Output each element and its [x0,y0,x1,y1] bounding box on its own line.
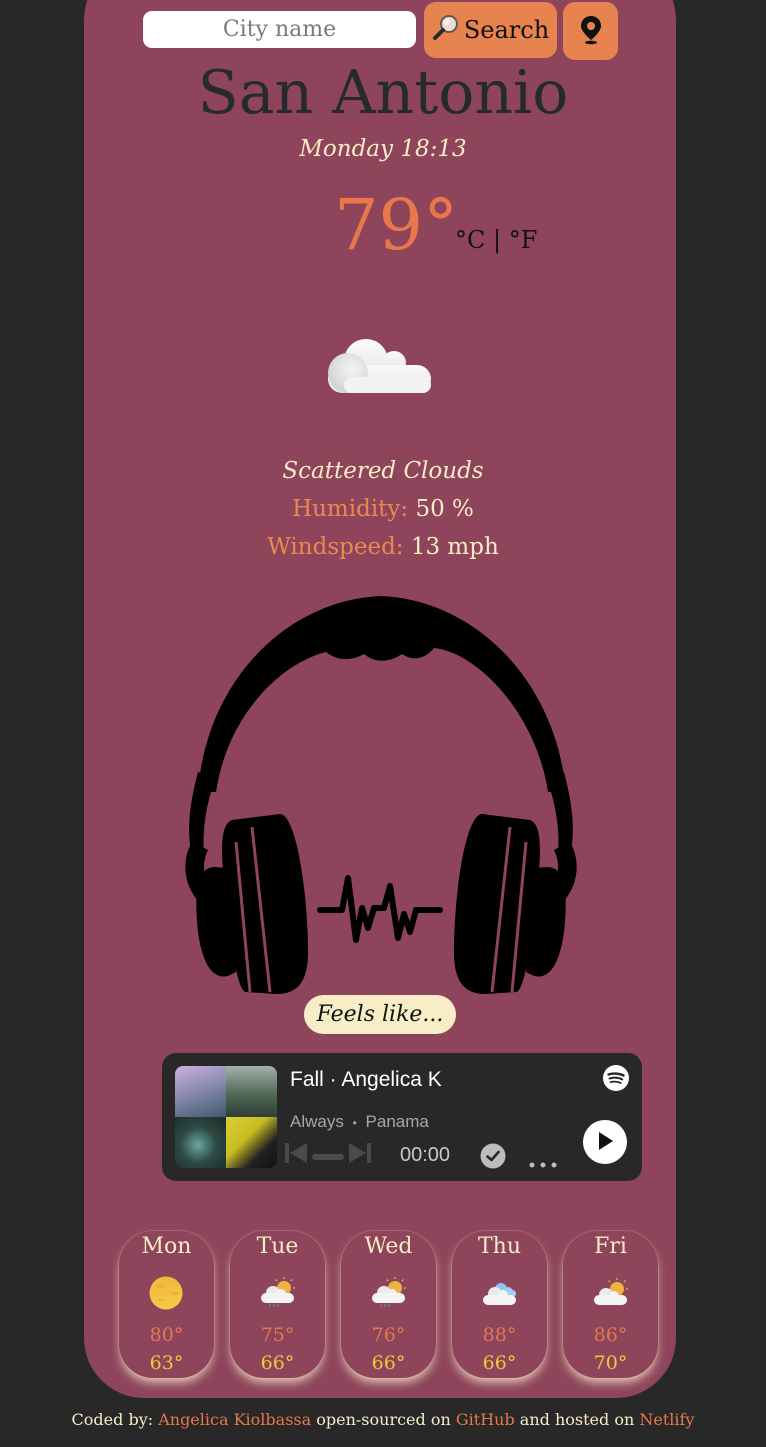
clear-sun-icon [149,1275,185,1315]
progress-bar[interactable] [312,1146,344,1165]
headphones-icon [176,592,586,1001]
sun-cloud-rain-icon [371,1275,407,1315]
current-datetime: Monday 18:13 [299,136,467,162]
spotify-player: Fall · Angelica K Always • Panama 00:00 [162,1053,642,1181]
feels-like-button[interactable]: Feels like... [304,995,456,1034]
forecast-high: 80° [149,1324,184,1346]
scattered-clouds-icon [324,335,436,403]
artist-name[interactable]: Panama [366,1112,429,1131]
city-search-input[interactable] [143,11,416,48]
footer-middle-2: and hosted on [514,1410,640,1429]
forecast-low: 66° [371,1352,406,1374]
track-title[interactable]: Fall · Angelica K [290,1068,442,1092]
forecast-day[interactable]: Tue 75° 66° [230,1231,325,1378]
forecast-high: 86° [593,1324,628,1346]
humidity-row: Humidity: 50 % [0,496,766,522]
play-icon [596,1131,614,1154]
fahrenheit-link[interactable]: °F [509,226,538,254]
netlify-link[interactable]: Netlify [639,1410,694,1429]
spotify-logo-icon[interactable] [603,1065,629,1095]
forecast-low: 66° [260,1352,295,1374]
forecast-low: 70° [593,1352,628,1374]
magnifier-icon [432,13,460,47]
windspeed-value: 13 mph [410,534,499,560]
forecast-day-name: Fri [594,1234,627,1259]
footer-prefix: Coded by: [71,1410,159,1429]
play-button[interactable] [583,1120,627,1164]
playback-time: 00:00 [400,1144,451,1166]
sun-cloud-icon [593,1275,629,1315]
track-subtitle: Always • Panama [290,1112,429,1132]
windspeed-label: Windspeed: [267,534,404,560]
album-art-tile [226,1066,277,1117]
forecast-high: 75° [260,1324,295,1346]
search-button-label: Search [463,16,550,44]
forecast-high: 76° [371,1324,406,1346]
album-art-tile [175,1066,226,1117]
song-name[interactable]: Always [290,1112,344,1131]
playback-controls [284,1141,372,1169]
humidity-label: Humidity: [292,496,409,522]
album-art-tile [175,1117,226,1168]
celsius-link[interactable]: °C [455,226,485,254]
forecast-day[interactable]: Mon 80° 63° [119,1231,214,1378]
forecast-day-name: Wed [364,1234,413,1259]
author-link[interactable]: Angelica Kiolbassa [158,1410,311,1429]
forecast-day[interactable]: Fri 86° 70° [563,1231,658,1378]
forecast-day-name: Thu [477,1234,521,1259]
forecast-day-name: Mon [141,1234,192,1259]
current-temperature: 79° [334,184,459,266]
clouds-icon [482,1275,518,1315]
footer-middle: open-sourced on [311,1410,456,1429]
windspeed-row: Windspeed: 13 mph [0,534,766,560]
map-pin-icon [580,15,602,48]
unit-toggle: °C | °F [455,226,537,254]
humidity-value: 50 % [415,496,474,522]
current-location-button[interactable] [563,2,618,60]
weather-description: Scattered Clouds [282,458,484,484]
forecast-day[interactable]: Thu 88° 66° [452,1231,547,1378]
subtitle-separator: • [352,1116,357,1130]
forecast-day-name: Tue [256,1234,299,1259]
city-name: San Antonio [197,58,569,128]
forecast-list: Mon 80° 63° Tue 75° 66° Wed 76° 66° Thu … [119,1231,658,1378]
github-link[interactable]: GitHub [456,1410,515,1429]
album-art [175,1066,277,1168]
forecast-high: 88° [482,1324,517,1346]
search-button[interactable]: Search [424,2,557,58]
forecast-low: 63° [149,1352,184,1374]
next-track-icon[interactable] [348,1141,372,1169]
saved-check-icon[interactable] [480,1143,506,1173]
forecast-low: 66° [482,1352,517,1374]
previous-track-icon[interactable] [284,1141,308,1169]
unit-separator: | [485,226,509,254]
album-art-tile [226,1117,277,1168]
more-options-icon[interactable] [529,1153,557,1172]
forecast-day[interactable]: Wed 76° 66° [341,1231,436,1378]
sun-cloud-rain-icon [260,1275,296,1315]
footer: Coded by: Angelica Kiolbassa open-source… [0,1410,766,1429]
